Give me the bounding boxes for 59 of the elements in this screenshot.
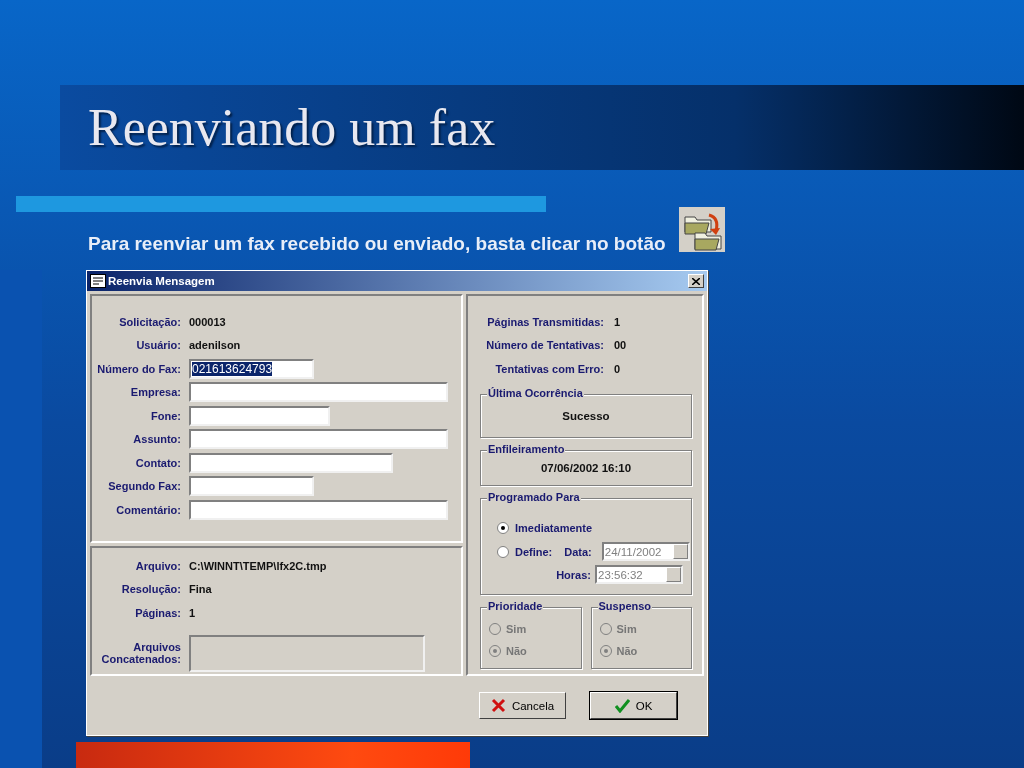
field-label: Fone: — [150, 409, 182, 422]
stat-label: Tentativas com Erro: — [494, 362, 605, 375]
field-label: Usuário: — [135, 339, 182, 352]
date-label: Data: — [564, 545, 592, 558]
slide-title: Reenviando um fax — [88, 101, 496, 154]
group-title: Enfileiramento — [487, 442, 566, 455]
cross-icon — [490, 698, 506, 713]
radio-label: Sim — [616, 622, 637, 635]
group-title: Suspenso — [597, 599, 653, 612]
field-label: Contato: — [134, 456, 182, 469]
input-field[interactable] — [189, 382, 448, 403]
radio-button[interactable] — [497, 521, 509, 534]
stat-value: 1 — [614, 315, 621, 328]
input-field[interactable] — [189, 452, 393, 473]
input-field[interactable] — [189, 405, 330, 426]
field-label: Número do Fax: — [96, 362, 182, 375]
radio-button[interactable] — [497, 545, 509, 558]
input-field[interactable] — [189, 499, 448, 520]
field-label: Páginas: — [134, 606, 182, 619]
slide-subtitle: Para reenviar um fax recebido ou enviado, basta clicar no botão — [88, 233, 666, 255]
checkmark-icon — [614, 698, 630, 713]
group-title: Programado Para — [487, 490, 581, 503]
radio-label: Imediatamente — [515, 521, 593, 534]
input-field[interactable] — [189, 429, 448, 450]
field-value: 1 — [189, 606, 196, 619]
stat-label: Páginas Transmitidas: — [486, 315, 605, 328]
radio-label: Define: — [515, 545, 553, 558]
radio-label: Sim — [506, 622, 527, 635]
field-value: 000013 — [189, 315, 226, 328]
field-value: adenilson — [189, 339, 241, 352]
stat-label: Número de Tentativas: — [485, 339, 605, 352]
field-label: Assunto: — [132, 433, 182, 446]
close-icon — [692, 277, 700, 285]
field-label: Empresa: — [129, 386, 182, 399]
ok-button[interactable]: OK — [590, 692, 677, 719]
radio-label: Não — [506, 644, 527, 657]
field-value: Fina — [189, 583, 212, 596]
field-value: C:\WINNT\TEMP\lfx2C.tmp — [189, 559, 327, 572]
cancel-button[interactable]: Cancela — [479, 692, 566, 719]
field-label: Arquivos Concatenados: — [100, 640, 182, 666]
fax-window-icon — [90, 274, 106, 288]
stat-value: 0 — [614, 362, 621, 375]
input-field[interactable] — [189, 476, 314, 497]
field-label: Segundo Fax: — [107, 480, 182, 493]
field-label: Resolução: — [120, 583, 182, 596]
group-title: Última Ocorrência — [487, 386, 584, 399]
queued-value: 07/06/2002 16:10 — [540, 461, 632, 474]
input-field[interactable]: 021613624793 — [189, 358, 314, 379]
close-button[interactable] — [688, 274, 704, 288]
field-label: Solicitação: — [118, 315, 182, 328]
radio-label: Não — [616, 644, 638, 657]
file-list[interactable] — [189, 634, 425, 672]
field-label: Arquivo: — [134, 559, 182, 572]
group-title: Prioridade — [487, 599, 544, 612]
field-label: Comentário: — [115, 503, 182, 516]
stat-value: 00 — [614, 339, 627, 352]
window-title: Reenvia Mensagem — [108, 275, 215, 287]
status-value: Sucesso — [562, 409, 610, 422]
time-label: Horas: — [556, 568, 591, 581]
